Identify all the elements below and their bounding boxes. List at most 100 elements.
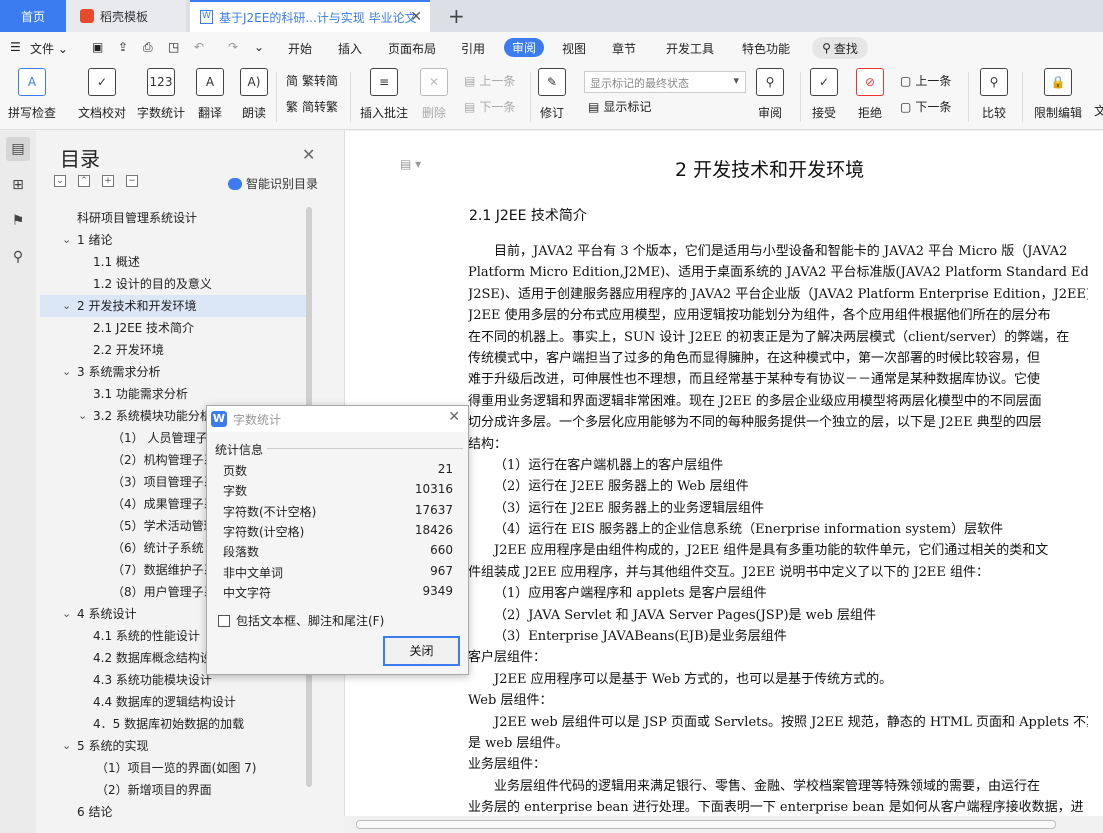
search-button[interactable]: ⚲ 查找 <box>812 37 868 59</box>
scroll-thumb[interactable] <box>356 820 1056 829</box>
compare-button[interactable]: ⚲ 比较 <box>980 68 1008 121</box>
toc-item[interactable]: 4．5 数据库初始数据的加载 <box>40 713 306 735</box>
read-aloud-button[interactable]: A) 朗读 <box>240 68 268 121</box>
toc-item[interactable]: 3.1 功能需求分析 <box>40 383 306 405</box>
insert-comment-button[interactable]: ≡ 插入批注 <box>360 68 408 121</box>
dialog-title: 字数统计 <box>233 413 282 427</box>
toc-item[interactable]: ⌄ 3 系统需求分析 <box>40 361 306 383</box>
collapse-icon[interactable]: ⌄ <box>54 175 66 187</box>
undo-icon[interactable]: ↶ <box>194 40 204 54</box>
compare-icon: ⚲ <box>980 68 1008 96</box>
next-change-button[interactable]: ▢ 下一条 <box>900 98 951 115</box>
new-tab-button[interactable]: + <box>448 4 465 28</box>
horizontal-scrollbar[interactable] <box>344 816 1103 833</box>
reject-button[interactable]: ⊘ 拒绝 <box>856 68 884 121</box>
menu-chapter[interactable]: 章节 <box>612 40 636 57</box>
toc-item-label: （6）统计子系统 <box>112 541 204 555</box>
toc-item[interactable]: （2）新增项目的界面 <box>40 779 306 801</box>
toc-item[interactable]: ⌄ 1 绪论 <box>40 229 306 251</box>
page-icon[interactable]: ▤ ▾ <box>400 157 421 171</box>
stat-row: 页数 21 <box>223 462 453 479</box>
toc-item[interactable]: ⌄ 2 开发技术和开发环境 <box>40 295 306 317</box>
spell-check-button[interactable]: A 拼写检查 <box>8 68 56 121</box>
next-comment-button[interactable]: ▤ 下一条 <box>464 98 515 115</box>
print-icon[interactable]: ⎙ <box>143 40 153 55</box>
trad-to-simp-button[interactable]: 简繁转简 <box>286 72 338 89</box>
toc-item[interactable]: 1.1 概述 <box>40 251 306 273</box>
word-count-button[interactable]: 123 字数统计 <box>137 68 185 121</box>
chevron-down-icon[interactable]: ⌄ <box>62 735 71 757</box>
simp-to-trad-button[interactable]: 繁简转繁 <box>286 98 338 115</box>
menu-dev-tools[interactable]: 开发工具 <box>666 40 714 57</box>
show-markup-button[interactable]: ▤ 显示标记 <box>588 98 651 115</box>
close-tab-icon[interactable]: ✕ <box>410 9 422 25</box>
tab-home[interactable]: 首页 <box>0 0 66 32</box>
toc-item[interactable]: （1）项目一览的界面(如图 7) <box>40 757 306 779</box>
bookmark-nav-icon[interactable]: ⊞ <box>6 173 30 197</box>
markup-state-select[interactable]: 显示标记的最终状态 ▾ <box>584 71 746 93</box>
chevron-down-icon[interactable]: ⌄ <box>62 229 71 251</box>
toc-item[interactable]: 2.2 开发环境 <box>40 339 306 361</box>
restrict-edit-button[interactable]: 🔒 限制编辑 <box>1034 68 1082 121</box>
doc-line: 难于升级后改进，可伸展性也不理想，而且经常基于某种专有协议－－通常是某种数据库协… <box>468 372 1041 388</box>
menu-page-layout[interactable]: 页面布局 <box>388 40 436 57</box>
save-icon[interactable]: ▣ <box>92 40 103 54</box>
chevron-down-icon[interactable]: ⌄ <box>62 603 71 625</box>
track-changes-icon: ✎ <box>538 68 566 96</box>
tab-template[interactable]: 稻壳模板 <box>66 0 186 32</box>
toc-item[interactable]: 2.1 J2EE 技术简介 <box>40 317 306 339</box>
toc-item[interactable]: 4.4 数据库的逻辑结构设计 <box>40 691 306 713</box>
menu-view[interactable]: 视图 <box>562 40 586 57</box>
review-pane-button[interactable]: ⚲ 审阅 <box>756 68 784 121</box>
close-icon[interactable]: ✕ <box>302 145 315 164</box>
doc-line: 目前，JAVA2 平台有 3 个版本，它们是适用与小型设备和智能卡的 JAVA2… <box>494 244 1068 259</box>
delete-comment-button[interactable]: ✕ 删除 <box>420 68 448 121</box>
doc-body[interactable]: 目前，JAVA2 平台有 3 个版本，它们是适用与小型设备和智能卡的 JAVA2… <box>468 241 1088 819</box>
remove-icon[interactable]: − <box>126 175 138 187</box>
search-icon[interactable]: ⚲ <box>6 245 30 269</box>
chevron-down-icon[interactable]: ⌄ <box>78 405 87 427</box>
menu-insert[interactable]: 插入 <box>338 40 362 57</box>
print-preview-icon[interactable]: ◳ <box>168 40 179 54</box>
doc-line: （1）应用客户端程序和 applets 是客户层组件 <box>494 586 767 602</box>
menu-review[interactable]: 审阅 <box>504 38 545 57</box>
add-icon[interactable]: + <box>102 175 114 187</box>
chevron-down-icon[interactable]: ⌄ <box>62 361 71 383</box>
close-icon[interactable]: ✕ <box>448 409 460 425</box>
close-button[interactable]: 关闭 <box>383 636 460 666</box>
prev-change-button[interactable]: ▢ 上一条 <box>900 72 951 89</box>
expand-icon[interactable]: ⌃ <box>78 175 90 187</box>
ribbon-overflow-label[interactable]: 文 <box>1094 102 1103 119</box>
doc-line: Platform Micro Edition,J2ME)、适用于桌面系统的 JA… <box>468 265 1088 281</box>
prev-change-icon: ▢ <box>900 73 912 88</box>
translate-button[interactable]: A 翻译 <box>196 68 224 121</box>
bookmark-icon[interactable]: ⚑ <box>6 209 30 233</box>
chevron-down-icon[interactable]: ⌄ <box>62 295 71 317</box>
toc-item-label: 1.2 设计的目的及意义 <box>93 277 212 291</box>
toc-item[interactable]: 6 结论 <box>40 801 306 823</box>
toc-item[interactable]: ⌄ 5 系统的实现 <box>40 735 306 757</box>
reject-icon: ⊘ <box>856 68 884 96</box>
accept-button[interactable]: ✓ 接受 <box>810 68 838 121</box>
prev-comment-icon: ▤ <box>464 73 476 88</box>
more-chevron-icon[interactable]: ⌄ <box>254 40 264 54</box>
prev-comment-button[interactable]: ▤ 上一条 <box>464 72 515 89</box>
trad-icon: 简 <box>286 74 299 88</box>
menu-special[interactable]: 特色功能 <box>742 40 790 57</box>
redo-icon[interactable]: ↷ <box>228 40 238 54</box>
menu-reference[interactable]: 引用 <box>461 40 485 57</box>
toc-item[interactable]: 科研项目管理系统设计 <box>40 207 306 229</box>
toc-toolbar: ⌄ ⌃ + − <box>54 175 138 187</box>
menu-start[interactable]: 开始 <box>288 40 312 57</box>
share-icon[interactable]: ⇪ <box>118 40 128 54</box>
include-textbox-checkbox[interactable]: 包括文本框、脚注和尾注(F) <box>218 612 384 629</box>
proofread-button[interactable]: ✓ 文档校对 <box>78 68 126 121</box>
hamburger-icon[interactable]: ☰ <box>10 40 21 54</box>
docer-icon <box>80 9 94 23</box>
tab-document[interactable]: W 基于J2EE的科研...计与实现 毕业论文 ✕ <box>190 0 430 32</box>
track-changes-button[interactable]: ✎ 修订 <box>538 68 566 121</box>
outline-icon[interactable]: ▤ <box>6 137 30 161</box>
menu-file[interactable]: 文件 ⌄ <box>30 40 68 57</box>
smart-toc-button[interactable]: 智能识别目录 <box>228 175 318 192</box>
toc-item[interactable]: 1.2 设计的目的及意义 <box>40 273 306 295</box>
